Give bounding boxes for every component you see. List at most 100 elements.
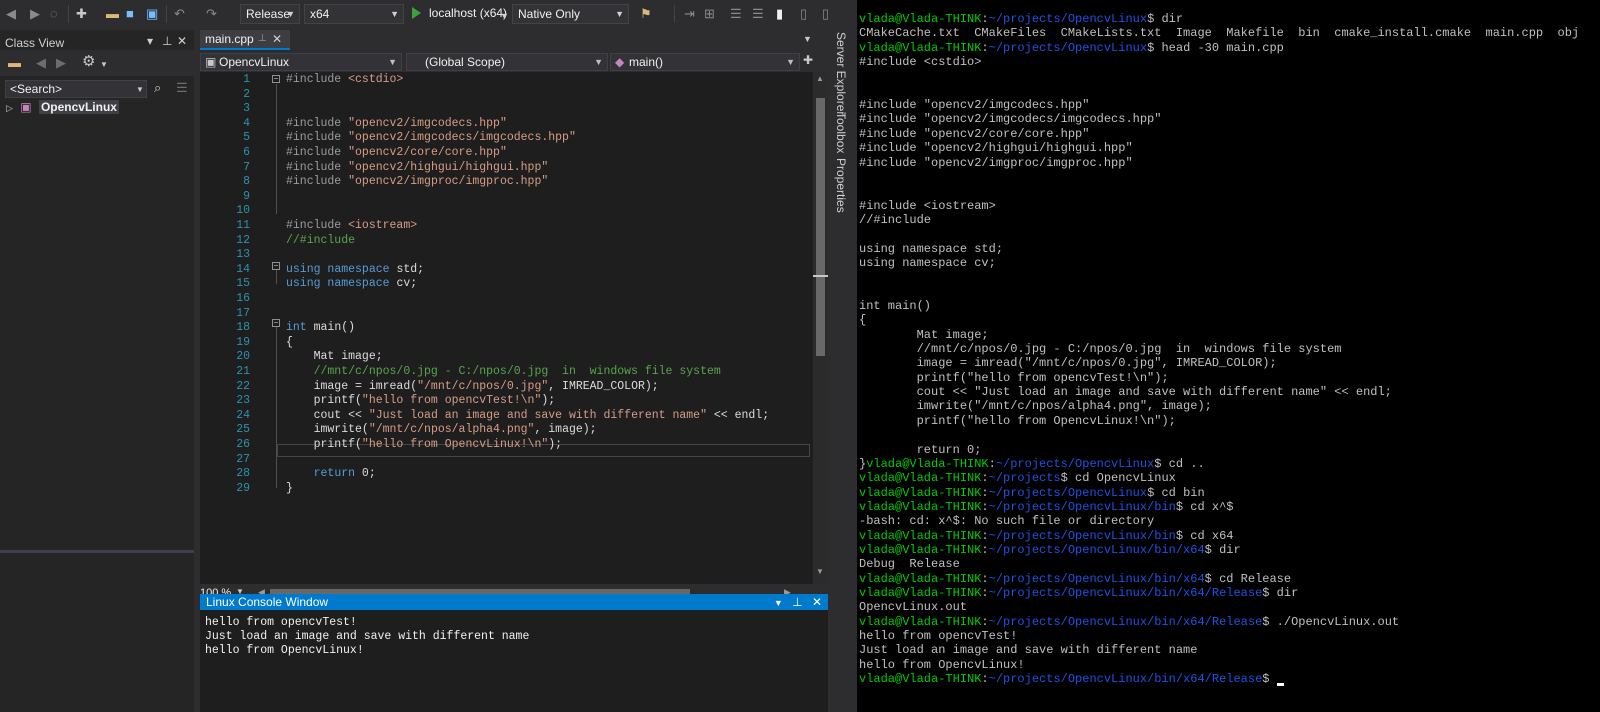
scroll-up-icon[interactable]: ▲	[816, 74, 824, 83]
member-nav-select[interactable]: ◆ main() ▼	[610, 53, 800, 71]
config-select[interactable]: Release ▼	[240, 4, 300, 24]
code-line[interactable]: return 0;	[286, 466, 376, 481]
bash-terminal[interactable]: vlada@Vlada-THINK:~/projects/OpencvLinux…	[857, 0, 1600, 712]
back-icon[interactable]: ◀	[36, 55, 46, 71]
linux-console-window: Linux Console Window ▼ ⊥ ✕ hello from op…	[200, 594, 828, 712]
new-project-icon[interactable]: ✚	[76, 6, 87, 22]
code-line[interactable]: #include "opencv2/imgproc/imgproc.hpp"	[286, 174, 548, 189]
pin-icon[interactable]: ⊥	[162, 34, 172, 48]
code-line[interactable]: #include "opencv2/core/core.hpp"	[286, 145, 507, 160]
code-editor[interactable]: 1 2 3 4 5 6 7 8 9 10 11 12 13 14 15 16 17 18 19 20 21 22 23 24 2…	[200, 72, 813, 584]
pane-divider[interactable]	[0, 550, 194, 553]
terminal-output-line: imwrite("/mnt/c/npos/alpha4.png", image)…	[859, 399, 1212, 414]
terminal-prompt-line: vlada@Vlada-THINK:~/projects/OpencvLinux…	[859, 499, 1234, 514]
indent-icon[interactable]: ☰	[730, 6, 742, 22]
line-number: 28	[236, 467, 250, 481]
code-line[interactable]: using namespace cv;	[286, 276, 417, 291]
close-icon[interactable]: ✕	[272, 30, 282, 48]
nav-scope-value: (Global Scope)	[425, 55, 506, 69]
class-view-pane: Class View ▾ ⊥ ✕ ▬ ◀ ▶ ⚙ ▼ <Search> ▼ ⌕ …	[0, 30, 194, 712]
scope-nav-select[interactable]: (Global Scope) ▼	[406, 53, 608, 71]
bookmark-next-icon[interactable]: ▯	[822, 6, 829, 22]
code-line[interactable]: using namespace std;	[286, 262, 424, 277]
code-line[interactable]: #include <cstdio>	[286, 72, 403, 87]
save-all-icon[interactable]: ▣	[146, 6, 158, 22]
line-number: 2	[243, 87, 250, 101]
breakpoint-icon[interactable]: ⊞	[704, 6, 715, 22]
undo-icon[interactable]: ↶	[174, 6, 185, 22]
code-line[interactable]: {	[286, 335, 293, 350]
search-icon[interactable]: ⌕	[154, 80, 161, 96]
collapse-icon[interactable]: −	[272, 75, 280, 83]
bookmark-prev-icon[interactable]: ▯	[800, 6, 807, 22]
code-line[interactable]: #include <iostream>	[286, 218, 417, 233]
process-icon[interactable]: ⚑	[640, 6, 652, 22]
line-number: 23	[236, 394, 250, 408]
code-line[interactable]: cout << "Just load an image and save wit…	[286, 408, 770, 423]
code-line[interactable]: image = imread("/mnt/c/npos/0.jpg", IMRE…	[286, 379, 659, 394]
line-number: 4	[243, 116, 250, 130]
new-folder-icon[interactable]: ▬	[8, 55, 21, 71]
class-search-input[interactable]: <Search>	[5, 80, 147, 98]
forward-icon[interactable]: ▶	[56, 55, 66, 71]
chevron-down-icon[interactable]: ▼	[774, 598, 783, 608]
line-number: 9	[243, 189, 250, 203]
collapse-icon[interactable]: −	[272, 319, 280, 327]
run-target-button[interactable]: localhost (x64)	[424, 4, 512, 24]
chevron-down-icon[interactable]: ▾	[147, 34, 153, 48]
method-icon: ◆	[615, 55, 625, 69]
open-folder-icon[interactable]: ▬	[106, 6, 119, 22]
code-line[interactable]: //mnt/c/npos/0.jpg - C:/npos/0.jpg in wi…	[286, 364, 721, 379]
save-icon[interactable]: ■	[126, 6, 134, 22]
scroll-thumb[interactable]	[816, 98, 825, 356]
visual-studio-window: ◀ ▶ ◌ ✚ ▬ ■ ▣ ↶ ↷ Release ▼ x64 ▼ localhos…	[0, 0, 857, 712]
bookmark-icon[interactable]: ▮	[776, 6, 783, 22]
tab-properties[interactable]: Properties	[834, 158, 848, 213]
pin-icon[interactable]: ⊥	[792, 595, 802, 609]
code-line[interactable]: int main()	[286, 320, 355, 335]
gear-icon[interactable]: ⚙	[82, 54, 95, 70]
code-line[interactable]: printf("hello from opencvTest!\n");	[286, 393, 556, 408]
chevron-down-icon[interactable]: ▼	[136, 82, 144, 98]
forward-icon[interactable]: ▶	[30, 6, 40, 22]
chevron-down-icon[interactable]: ▼	[803, 34, 812, 44]
step-icon[interactable]: ⇥	[684, 6, 695, 22]
back-icon[interactable]: ◀	[6, 6, 16, 22]
terminal-output-line: #include "opencv2/imgproc/imgproc.hpp"	[859, 155, 1133, 170]
nav-project-value: OpencvLinux	[219, 55, 290, 69]
split-icon[interactable]: ✚	[803, 53, 813, 67]
history-icon[interactable]: ◌	[50, 6, 58, 22]
code-line[interactable]: imwrite("/mnt/c/npos/alpha4.png", image)…	[286, 422, 597, 437]
code-line[interactable]: #include "opencv2/imgcodecs/imgcodecs.hp…	[286, 130, 576, 145]
play-icon[interactable]	[412, 7, 421, 19]
code-line[interactable]: printf("hello from OpencvLinux!\n");	[286, 437, 562, 452]
tab-toolbox[interactable]: Toolbox	[834, 112, 848, 153]
debugger-select[interactable]: Native Only ▼	[512, 4, 629, 24]
project-nav-select[interactable]: ▣ OpencvLinux ▼	[200, 53, 402, 71]
code-line[interactable]: //#include	[286, 233, 355, 248]
outdent-icon[interactable]: ☰	[752, 6, 764, 22]
code-line[interactable]: #include "opencv2/highgui/highgui.hpp"	[286, 160, 548, 175]
tree-item-opencvlinux[interactable]: ▷ ▣ OpencvLinux	[6, 100, 119, 114]
vertical-scrollbar[interactable]: ▲ ▼	[813, 72, 828, 584]
terminal-prompt-line: }vlada@Vlada-THINK:~/projects/OpencvLinu…	[859, 456, 1205, 471]
terminal-prompt-line: vlada@Vlada-THINK:~/projects/OpencvLinux…	[859, 542, 1241, 557]
tab-server-explorer[interactable]: Server Explorer	[834, 32, 848, 115]
close-icon[interactable]: ✕	[177, 34, 187, 48]
code-line[interactable]: }	[286, 481, 293, 496]
chevron-down-icon[interactable]: ▼	[500, 8, 509, 24]
scroll-down-icon[interactable]: ▼	[816, 567, 824, 576]
redo-icon[interactable]: ↷	[206, 6, 217, 22]
close-icon[interactable]: ✕	[812, 595, 822, 609]
tab-main-cpp[interactable]: main.cpp ⊥ ✕	[200, 30, 290, 50]
code-line[interactable]: Mat image;	[286, 349, 383, 364]
terminal-output-line: Just load an image and save with differe…	[859, 643, 1198, 658]
line-number: 3	[243, 102, 250, 116]
platform-select[interactable]: x64 ▼	[304, 4, 404, 24]
chevron-down-icon[interactable]: ▼	[100, 57, 108, 73]
code-line[interactable]: #include "opencv2/imgcodecs.hpp"	[286, 116, 507, 131]
collapse-icon[interactable]: −	[272, 262, 280, 270]
expand-arrow-icon[interactable]: ▷	[6, 103, 13, 113]
settings-icon[interactable]: ☰	[176, 80, 188, 96]
pin-icon[interactable]: ⊥	[258, 30, 267, 48]
